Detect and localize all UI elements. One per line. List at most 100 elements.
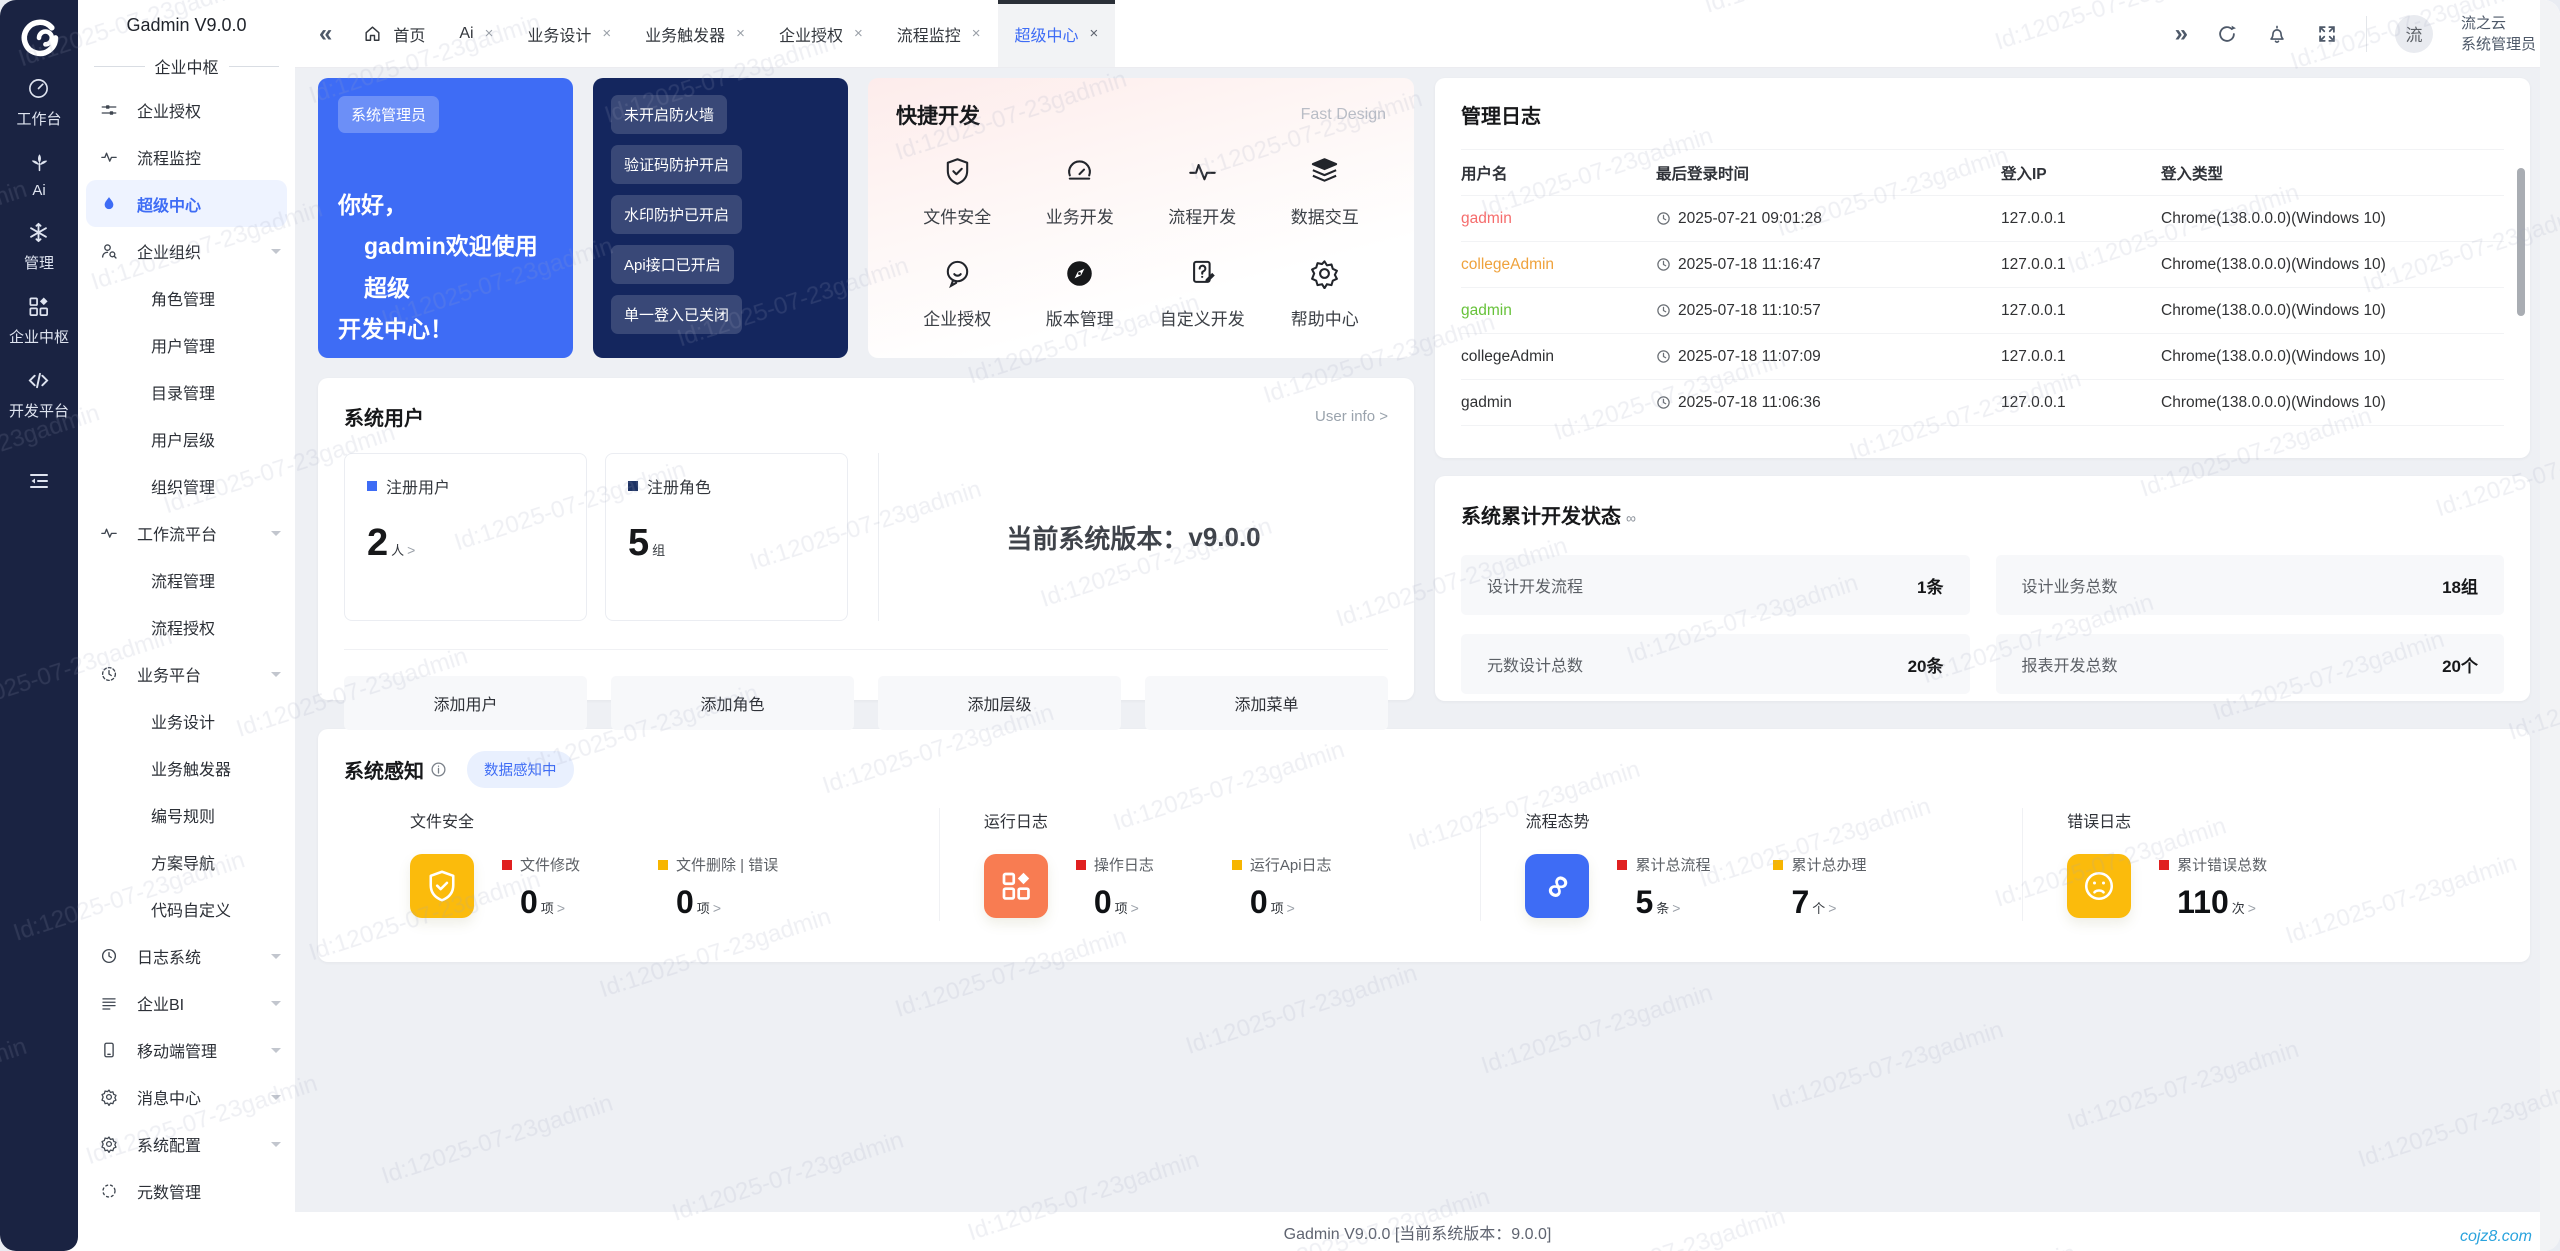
sidebar-item-business-design[interactable]: 业务设计 xyxy=(78,697,295,744)
close-icon[interactable]: × xyxy=(736,25,745,42)
sidebar-item-user-level[interactable]: 用户层级 xyxy=(78,415,295,462)
sidebar-item-enterprise-auth[interactable]: 企业授权 xyxy=(78,86,295,133)
welcome-message: 你好， gadmin欢迎使用超级 开发中心！ xyxy=(338,185,553,351)
stat-file-delete-error[interactable]: 文件删除 | 错误 0项> xyxy=(658,854,786,921)
design-process-stat: 设计开发流程1条 xyxy=(1461,555,1970,615)
watermark-status-button[interactable]: 水印防护已开启 xyxy=(611,195,742,234)
stat-dot xyxy=(1232,860,1242,870)
scrollbar-thumb[interactable] xyxy=(2517,168,2525,316)
fastdev-version-mgmt[interactable]: 版本管理 xyxy=(1019,258,1142,330)
card-title: 快捷开发 xyxy=(896,100,980,130)
tab-super-center[interactable]: 超级中心× xyxy=(998,0,1116,67)
rail-item-manage[interactable]: 管理 xyxy=(24,221,54,273)
sso-status-button[interactable]: 单一登入已关闭 xyxy=(611,295,742,334)
metadata-design-stat: 元数设计总数20条 xyxy=(1461,634,1970,694)
rail-item-enterprise-hub[interactable]: 企业中枢 xyxy=(9,295,69,347)
sidebar-item-business-trigger[interactable]: 业务触发器 xyxy=(78,744,295,791)
page-scrollbar[interactable] xyxy=(2540,0,2560,1251)
rail-item-ai[interactable]: Ai xyxy=(28,151,51,199)
app-logo-icon[interactable] xyxy=(15,13,63,61)
table-row[interactable]: gadmin 2025-07-18 11:10:57 127.0.0.1 Chr… xyxy=(1461,288,2504,334)
tab-enterprise-auth[interactable]: 企业授权× xyxy=(762,0,880,67)
tab-process-monitor[interactable]: 流程监控× xyxy=(880,0,998,67)
tabs-scroll-right-icon[interactable]: » xyxy=(2175,20,2188,48)
sidebar-item-enterprise-bi[interactable]: 企业BI xyxy=(78,979,295,1026)
firewall-status-button[interactable]: 未开启防火墙 xyxy=(611,95,727,134)
sidebar-item-user-mgmt[interactable]: 用户管理 xyxy=(78,321,295,368)
tab-business-design[interactable]: 业务设计× xyxy=(510,0,628,67)
fastdev-custom-dev[interactable]: 自定义开发 xyxy=(1141,258,1264,330)
sidebar-item-plan-nav[interactable]: 方案导航 xyxy=(78,838,295,885)
grid-diamond-icon xyxy=(984,854,1048,918)
stat-api-log[interactable]: 运行Api日志 0项> xyxy=(1232,854,1360,921)
tabs-scroll-left-icon[interactable]: « xyxy=(319,20,332,48)
tab-ai[interactable]: Ai× xyxy=(442,0,510,67)
rail-item-workbench[interactable]: 工作台 xyxy=(16,77,61,129)
fastdev-file-security[interactable]: 文件安全 xyxy=(896,156,1019,228)
fastdev-help-center[interactable]: 帮助中心 xyxy=(1264,258,1387,330)
home-icon xyxy=(363,24,382,43)
fastdev-data-exchange[interactable]: 数据交互 xyxy=(1264,156,1387,228)
stat-total-errors[interactable]: 累计错误总数 110次> xyxy=(2159,854,2287,921)
table-row[interactable]: collegeAdmin 2025-07-18 11:16:47 127.0.0… xyxy=(1461,242,2504,288)
sidebar-item-label: 消息中心 xyxy=(137,1085,201,1109)
design-business-stat: 设计业务总数18组 xyxy=(1996,555,2505,615)
stat-total-process[interactable]: 累计总流程 5条> xyxy=(1617,854,1745,921)
sidebar-item-process-monitor[interactable]: 流程监控 xyxy=(78,133,295,180)
close-icon[interactable]: × xyxy=(485,25,494,42)
refresh-icon[interactable] xyxy=(2216,23,2238,45)
add-menu-button[interactable]: 添加菜单 xyxy=(1145,676,1388,730)
rail-item-dev-platform[interactable]: 开发平台 xyxy=(9,369,69,421)
sidebar-collapse-icon[interactable] xyxy=(27,469,51,498)
sidebar-item-enterprise-org[interactable]: 企业组织 xyxy=(78,227,295,274)
sidebar-item-role-mgmt[interactable]: 角色管理 xyxy=(78,274,295,321)
close-icon[interactable]: × xyxy=(602,25,611,42)
sidebar-item-workflow-platform[interactable]: 工作流平台 xyxy=(78,509,295,556)
sidebar-item-numbering-rules[interactable]: 编号规则 xyxy=(78,791,295,838)
sidebar-item-super-center[interactable]: 超级中心 xyxy=(86,180,287,227)
table-row[interactable]: gadmin 2025-07-21 09:01:28 127.0.0.1 Chr… xyxy=(1461,196,2504,242)
registered-users-stat[interactable]: 注册用户 2人> xyxy=(344,453,587,621)
sidebar-item-system-config[interactable]: 系统配置 xyxy=(78,1120,295,1167)
user-info-link[interactable]: User info > xyxy=(1315,408,1388,425)
chevron-down-icon xyxy=(271,1095,281,1105)
fastdev-process-dev[interactable]: 流程开发 xyxy=(1141,156,1264,228)
sidebar-item-process-auth[interactable]: 流程授权 xyxy=(78,603,295,650)
sidebar-item-mobile-mgmt[interactable]: 移动端管理 xyxy=(78,1026,295,1073)
table-row[interactable]: gadmin 2025-07-18 11:06:36 127.0.0.1 Chr… xyxy=(1461,380,2504,426)
table-row[interactable]: collegeAdmin 2025-07-18 11:07:09 127.0.0… xyxy=(1461,334,2504,380)
add-level-button[interactable]: 添加层级 xyxy=(878,676,1121,730)
captcha-status-button[interactable]: 验证码防护开启 xyxy=(611,145,742,184)
bell-icon[interactable] xyxy=(2266,23,2288,45)
close-icon[interactable]: × xyxy=(854,25,863,42)
site-link[interactable]: cojz8.com xyxy=(2460,1228,2532,1246)
stat-file-modify[interactable]: 文件修改 0项> xyxy=(502,854,630,921)
add-user-button[interactable]: 添加用户 xyxy=(344,676,587,730)
tab-business-trigger[interactable]: 业务触发器× xyxy=(628,0,762,67)
fullscreen-icon[interactable] xyxy=(2316,23,2338,45)
sidebar-item-message-center[interactable]: 消息中心 xyxy=(78,1073,295,1120)
sidebar-item-log-system[interactable]: 日志系统 xyxy=(78,932,295,979)
gear-icon xyxy=(1309,258,1340,289)
sidebar-item-process-mgmt[interactable]: 流程管理 xyxy=(78,556,295,603)
sidebar-item-directory-mgmt[interactable]: 目录管理 xyxy=(78,368,295,415)
fastdev-business-dev[interactable]: 业务开发 xyxy=(1019,156,1142,228)
avatar[interactable]: 流 xyxy=(2395,15,2433,53)
sidebar-item-org-mgmt[interactable]: 组织管理 xyxy=(78,462,295,509)
stat-total-handled[interactable]: 累计总办理 7个> xyxy=(1773,854,1901,921)
api-status-button[interactable]: Api接口已开启 xyxy=(611,245,734,284)
stat-dot xyxy=(367,481,377,491)
close-icon[interactable]: × xyxy=(972,25,981,42)
sidebar-item-label: 工作流平台 xyxy=(137,521,217,545)
username-cell: gadmin xyxy=(1461,210,1656,228)
close-icon[interactable]: × xyxy=(1090,25,1099,42)
sidebar-item-business-platform[interactable]: 业务平台 xyxy=(78,650,295,697)
stat-op-log[interactable]: 操作日志 0项> xyxy=(1076,854,1204,921)
fastdev-enterprise-auth[interactable]: 企业授权 xyxy=(896,258,1019,330)
registered-roles-stat[interactable]: 注册角色 5组 xyxy=(605,453,848,621)
tab-home[interactable]: 首页 xyxy=(346,0,442,67)
sidebar-item-code-custom[interactable]: 代码自定义 xyxy=(78,885,295,932)
user-info[interactable]: 流之云 系统管理员 xyxy=(2461,13,2536,55)
sidebar-item-metadata-mgmt[interactable]: 元数管理 xyxy=(78,1167,295,1214)
add-role-button[interactable]: 添加角色 xyxy=(611,676,854,730)
